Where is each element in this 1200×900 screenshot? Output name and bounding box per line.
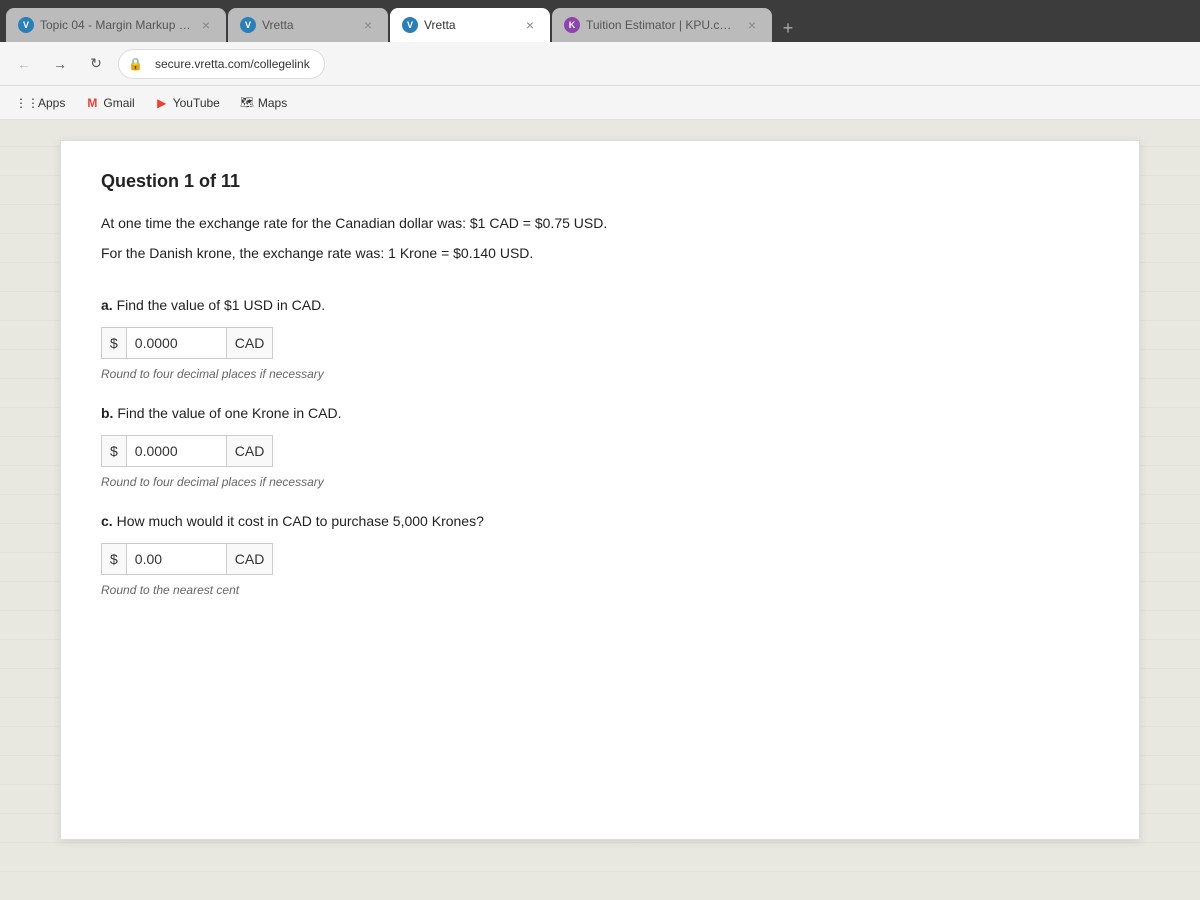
bookmark-gmail[interactable]: M Gmail — [77, 93, 142, 113]
bookmark-youtube-label: YouTube — [173, 96, 220, 110]
bookmark-gmail-label: Gmail — [103, 96, 134, 110]
part-b-dollar-prefix: $ — [101, 435, 126, 467]
part-b-question: b. Find the value of one Krone in CAD. — [101, 405, 1099, 421]
forward-button[interactable]: → — [46, 50, 74, 78]
part-c-unit: CAD — [226, 543, 274, 575]
address-bar-container: 🔒 — [118, 49, 1190, 79]
gmail-icon: M — [85, 96, 99, 110]
part-a-input[interactable] — [126, 327, 226, 359]
part-a-input-row: $ CAD — [101, 327, 1099, 359]
reload-button[interactable]: ↻ — [82, 50, 110, 78]
part-b-input-row: $ CAD — [101, 435, 1099, 467]
part-a-text: Find the value of $1 USD in CAD. — [117, 297, 326, 313]
part-b-label: b. — [101, 405, 113, 421]
apps-grid-icon: ⋮⋮ — [20, 96, 34, 110]
part-c-hint: Round to the nearest cent — [101, 583, 1099, 597]
lock-icon: 🔒 — [128, 57, 143, 71]
tab-close-topic04[interactable]: × — [198, 17, 214, 33]
bookmark-apps-label: Apps — [38, 96, 65, 110]
page-content: Question 1 of 11 At one time the exchang… — [60, 140, 1140, 840]
tab-title-vretta2: Vretta — [424, 18, 516, 32]
bookmark-maps-label: Maps — [258, 96, 287, 110]
maps-icon: 🗺 — [240, 96, 254, 110]
new-tab-button[interactable]: + — [774, 14, 802, 42]
bookmark-youtube[interactable]: ▶ YouTube — [147, 93, 228, 113]
part-b-hint: Round to four decimal places if necessar… — [101, 475, 1099, 489]
question-header: Question 1 of 11 — [101, 171, 1099, 192]
tab-title-vretta1: Vretta — [262, 18, 354, 32]
part-a-dollar-prefix: $ — [101, 327, 126, 359]
youtube-icon: ▶ — [155, 96, 169, 110]
bookmark-apps[interactable]: ⋮⋮ Apps — [12, 93, 73, 113]
tab-close-vretta1[interactable]: × — [360, 17, 376, 33]
browser-window: V Topic 04 - Margin Markup Marko × V Vre… — [0, 0, 1200, 900]
divider-a — [101, 273, 1099, 297]
intro-line1: At one time the exchange rate for the Ca… — [101, 212, 1099, 234]
address-input[interactable] — [118, 49, 325, 79]
tab-topic04[interactable]: V Topic 04 - Margin Markup Marko × — [6, 8, 226, 42]
content-area: Question 1 of 11 At one time the exchang… — [0, 120, 1200, 900]
tab-tuition[interactable]: K Tuition Estimator | KPU.ca - Kwan × — [552, 8, 772, 42]
tab-icon-topic04: V — [18, 17, 34, 33]
tab-close-tuition[interactable]: × — [744, 17, 760, 33]
part-c-label: c. — [101, 513, 113, 529]
tab-title-topic04: Topic 04 - Margin Markup Marko — [40, 18, 192, 32]
part-c-text: How much would it cost in CAD to purchas… — [117, 513, 484, 529]
part-b-text: Find the value of one Krone in CAD. — [117, 405, 341, 421]
part-a-label: a. — [101, 297, 113, 313]
part-c-question: c. How much would it cost in CAD to purc… — [101, 513, 1099, 529]
bookmark-maps[interactable]: 🗺 Maps — [232, 93, 295, 113]
part-a-question: a. Find the value of $1 USD in CAD. — [101, 297, 1099, 313]
tab-icon-tuition: K — [564, 17, 580, 33]
part-c-input-row: $ CAD — [101, 543, 1099, 575]
part-b-input[interactable] — [126, 435, 226, 467]
bookmarks-bar: ⋮⋮ Apps M Gmail ▶ YouTube 🗺 Maps — [0, 86, 1200, 120]
part-c-dollar-prefix: $ — [101, 543, 126, 575]
part-a-hint: Round to four decimal places if necessar… — [101, 367, 1099, 381]
back-button[interactable]: ← — [10, 50, 38, 78]
address-bar-row: ← → ↻ 🔒 — [0, 42, 1200, 86]
part-c-input[interactable] — [126, 543, 226, 575]
tab-vretta1[interactable]: V Vretta × — [228, 8, 388, 42]
intro-line2: For the Danish krone, the exchange rate … — [101, 242, 1099, 264]
tab-icon-vretta1: V — [240, 17, 256, 33]
tab-bar: V Topic 04 - Margin Markup Marko × V Vre… — [0, 0, 1200, 42]
tab-vretta2[interactable]: V Vretta × — [390, 8, 550, 42]
part-a-unit: CAD — [226, 327, 274, 359]
tab-title-tuition: Tuition Estimator | KPU.ca - Kwan — [586, 18, 738, 32]
part-b-unit: CAD — [226, 435, 274, 467]
tab-icon-vretta2: V — [402, 17, 418, 33]
tab-close-vretta2[interactable]: × — [522, 17, 538, 33]
